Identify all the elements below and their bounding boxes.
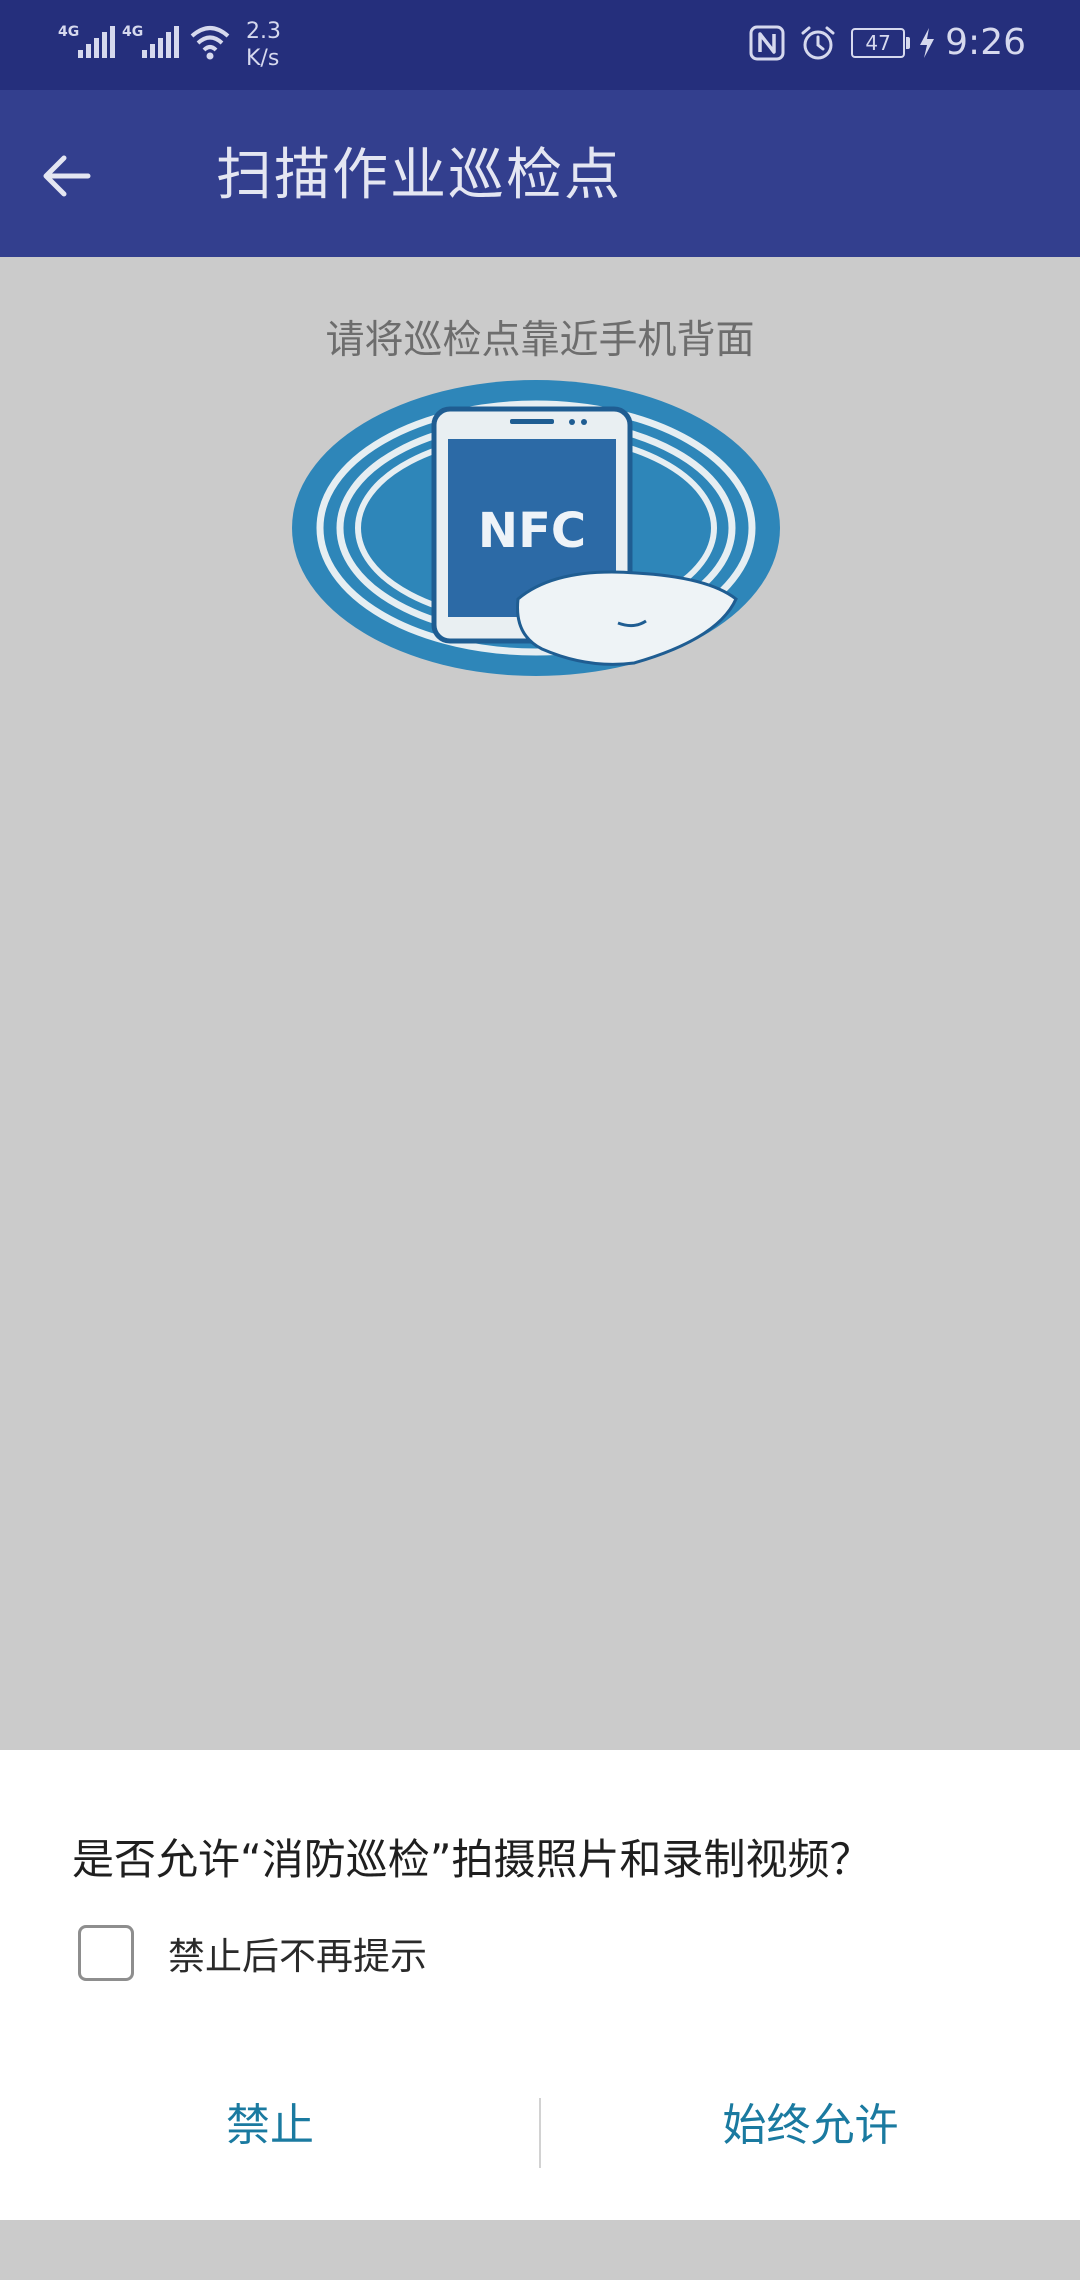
page-title: 扫描作业巡检点 xyxy=(216,143,622,208)
battery-icon: 47 xyxy=(851,27,911,58)
charging-icon xyxy=(920,27,935,58)
alarm-clock-icon xyxy=(801,26,835,59)
clock: 9:26 xyxy=(945,22,1026,63)
back-button[interactable] xyxy=(40,140,128,212)
network-speed-value: 2.3 xyxy=(246,19,281,44)
network-type-label-2: 4G xyxy=(122,24,144,40)
status-bar-left: 4G 4G 2.3 K/s xyxy=(58,18,281,72)
nfc-illustration: NFC xyxy=(292,380,780,676)
always-allow-button[interactable]: 始终允许 xyxy=(541,2070,1080,2172)
app-bar: 扫描作业巡检点 xyxy=(0,90,1080,257)
scan-hint-text: 请将巡检点靠近手机背面 xyxy=(325,318,755,363)
dont-ask-again-label: 禁止后不再提示 xyxy=(168,1935,427,1978)
dont-ask-again-row[interactable]: 禁止后不再提示 xyxy=(78,1925,427,1981)
wifi-icon xyxy=(190,26,230,60)
network-speed: 2.3 K/s xyxy=(246,18,281,72)
scan-content: 请将巡检点靠近手机背面 NFC xyxy=(0,257,1080,1750)
deny-button[interactable]: 禁止 xyxy=(0,2070,540,2172)
battery-level: 47 xyxy=(865,30,891,55)
cell-signal-icon: 4G xyxy=(58,18,116,64)
dont-ask-again-checkbox[interactable] xyxy=(78,1925,134,1981)
nfc-logo-text: NFC xyxy=(478,503,586,559)
cell-signal-icon-2: 4G xyxy=(122,18,180,64)
arrow-back-icon xyxy=(43,155,91,197)
dialog-message: 是否允许“消防巡检”拍摄照片和录制视频？ xyxy=(72,1835,872,1884)
nfc-status-icon xyxy=(749,25,785,60)
network-type-label: 4G xyxy=(58,24,80,40)
network-speed-unit: K/s xyxy=(246,46,280,71)
permission-dialog: 是否允许“消防巡检”拍摄照片和录制视频？ 禁止后不再提示 禁止 始终允许 xyxy=(0,1750,1080,2220)
status-bar-right: 47 9:26 xyxy=(749,22,1026,63)
status-bar: 4G 4G 2.3 K/s 47 9:26 xyxy=(0,0,1080,90)
